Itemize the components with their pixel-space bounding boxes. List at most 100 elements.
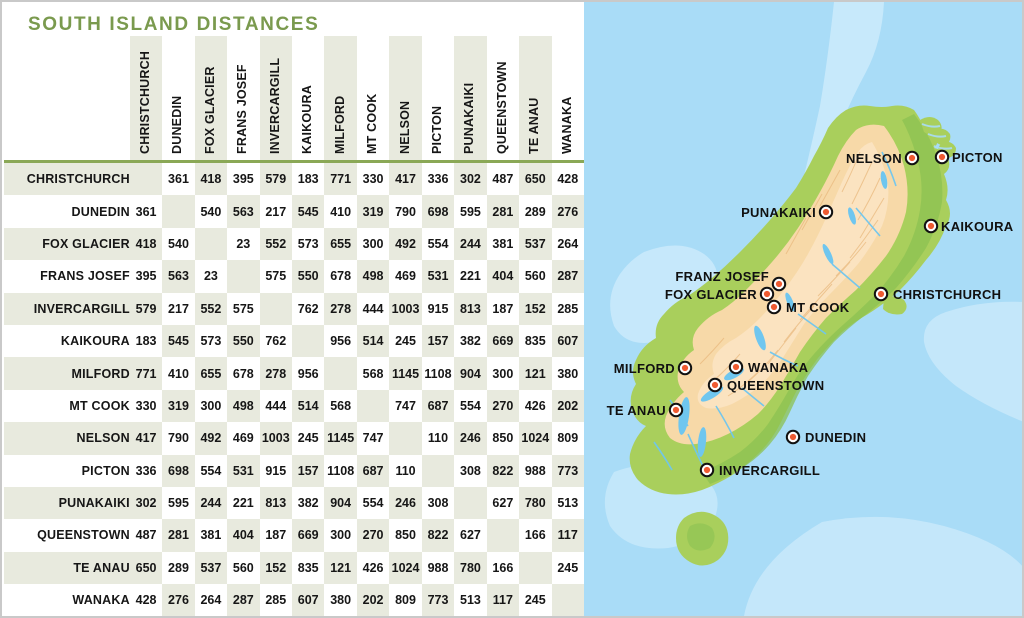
city-marker-christchurch[interactable]: CHRISTCHURCH	[873, 286, 1002, 302]
column-header-wanaka[interactable]: WANAKA	[551, 36, 584, 160]
column-header-christchurch[interactable]: CHRISTCHURCH	[129, 36, 163, 160]
distance-cell-diagonal	[292, 324, 325, 358]
distance-cell: 285	[259, 584, 292, 616]
column-header-te-anau[interactable]: TE ANAU	[519, 36, 552, 160]
distance-matrix-table: CHRISTCHURCH DUNEDIN FOX GLACIER FRANS JOSE…	[4, 36, 584, 616]
distance-cell: 23	[194, 260, 228, 293]
city-marker-fox-glacier[interactable]: FOX GLACIER	[665, 286, 775, 302]
distance-cell: 915	[421, 292, 455, 325]
row-header-kaikoura[interactable]: KAIKOURA	[4, 324, 130, 358]
row-header-fox-glacier[interactable]: FOX GLACIER	[4, 227, 130, 261]
distance-cell: 381	[194, 519, 228, 552]
distance-cell: 246	[389, 486, 422, 520]
distance-cell: 426	[356, 551, 390, 585]
distance-cell: 780	[454, 551, 487, 585]
distance-cell-diagonal	[551, 584, 584, 616]
row-header-punakaiki[interactable]: PUNAKAIKI	[4, 486, 130, 520]
distance-cell: 850	[486, 422, 520, 455]
distance-cell: 915	[259, 454, 292, 487]
row-header-picton[interactable]: PICTON	[4, 454, 130, 487]
distance-cell-diagonal	[227, 260, 260, 293]
distance-cell: 380	[324, 584, 357, 616]
distance-cell-diagonal	[421, 454, 455, 487]
distance-cell: 319	[356, 195, 390, 228]
distance-cell: 426	[519, 389, 552, 423]
distance-cell: 1108	[421, 357, 455, 390]
distance-cell: 187	[486, 292, 520, 325]
row-header-milford[interactable]: MILFORD	[4, 357, 130, 390]
column-header-punakaiki[interactable]: PUNAKAIKI	[454, 36, 487, 160]
distance-cell: 773	[421, 584, 455, 616]
distance-cell: 281	[486, 195, 520, 228]
distance-cell: 563	[162, 260, 195, 293]
marker-dot-icon	[908, 154, 916, 162]
column-header-label: PICTON	[429, 105, 444, 154]
distance-cell: 264	[551, 227, 584, 261]
distance-cell: 904	[324, 486, 357, 520]
table-body: CHRISTCHURCH 361 418 395 579 183 771 330 417 336 3…	[4, 163, 584, 616]
column-header-kaikoura[interactable]: KAIKOURA	[292, 36, 325, 160]
distance-cell: 308	[421, 486, 455, 520]
distance-cell: 110	[421, 422, 455, 455]
page-title: SOUTH ISLAND DISTANCES	[28, 14, 320, 35]
column-header-milford[interactable]: MILFORD	[324, 36, 357, 160]
distance-cell: 678	[324, 260, 357, 293]
distance-cell: 302	[129, 486, 163, 520]
column-header-invercargill[interactable]: INVERCARGILL	[259, 36, 292, 160]
row-header-wanaka[interactable]: WANAKA	[4, 584, 130, 616]
row-header-te-anau[interactable]: TE ANAU	[4, 551, 130, 585]
row-header-dunedin[interactable]: DUNEDIN	[4, 195, 130, 228]
column-header-label: INVERCARGILL	[267, 57, 282, 154]
distance-cell: 336	[129, 454, 163, 487]
distance-cell: 278	[259, 357, 292, 390]
city-marker-picton[interactable]: PICTON	[934, 149, 1003, 165]
distance-cell: 809	[551, 422, 584, 455]
city-label: KAIKOURA	[941, 219, 1014, 234]
city-label: DUNEDIN	[805, 430, 866, 445]
column-header-queenstown[interactable]: QUEENSTOWN	[486, 36, 520, 160]
distance-cell: 492	[194, 422, 228, 455]
column-header-nelson[interactable]: NELSON	[389, 36, 422, 160]
table-row: WANAKA 428 276 264 287 285 607 380 202 809 773 513 1…	[4, 584, 584, 616]
distance-cell: 278	[324, 292, 357, 325]
distance-cell: 655	[324, 227, 357, 261]
row-header-christchurch[interactable]: CHRISTCHURCH	[4, 163, 130, 196]
distance-cell-diagonal	[324, 357, 357, 390]
row-header-mt-cook[interactable]: MT COOK	[4, 389, 130, 423]
distance-cell: 655	[194, 357, 228, 390]
row-header-invercargill[interactable]: INVERCARGILL	[4, 292, 130, 325]
distance-cell: 850	[389, 519, 422, 552]
distance-cell: 289	[519, 195, 552, 228]
distance-cell: 245	[292, 422, 325, 455]
row-header-nelson[interactable]: NELSON	[4, 422, 130, 455]
column-header-frans-josef[interactable]: FRANS JOSEF	[227, 36, 260, 160]
row-header-queenstown[interactable]: QUEENSTOWN	[4, 519, 130, 552]
distance-cell-diagonal	[162, 195, 195, 228]
row-header-frans-josef[interactable]: FRANS JOSEF	[4, 260, 130, 293]
column-header-picton[interactable]: PICTON	[421, 36, 455, 160]
city-marker-invercargill[interactable]: INVERCARGILL	[699, 462, 820, 478]
distance-cell: 835	[292, 551, 325, 585]
distance-cell: 514	[292, 389, 325, 423]
column-header-dunedin[interactable]: DUNEDIN	[162, 36, 195, 160]
distance-cell: 183	[292, 163, 325, 196]
distance-cell: 550	[227, 324, 260, 358]
column-header-fox-glacier[interactable]: FOX GLACIER	[194, 36, 228, 160]
table-head: CHRISTCHURCH DUNEDIN FOX GLACIER FRANS JOSE…	[4, 36, 584, 163]
distance-cell-diagonal	[486, 519, 520, 552]
distance-cell: 330	[129, 389, 163, 423]
distance-cell: 771	[129, 357, 163, 390]
column-header-mt-cook[interactable]: MT COOK	[356, 36, 390, 160]
table-row: TE ANAU 650 289 537 560 152 835 121 426 1024 988 78…	[4, 551, 584, 585]
distance-cell: 698	[421, 195, 455, 228]
distance-cell: 568	[356, 357, 390, 390]
marker-dot-icon	[763, 290, 771, 298]
distance-cell: 336	[421, 163, 455, 196]
city-marker-queenstown[interactable]: QUEENSTOWN	[707, 377, 825, 393]
table-row: MT COOK 330 319 300 498 444 514 568 747 687 554 270…	[4, 389, 584, 423]
distance-cell: 1003	[389, 292, 422, 325]
distance-cell: 418	[194, 163, 228, 196]
table-row: PICTON 336 698 554 531 915 157 1108 687 110 308 822…	[4, 454, 584, 487]
distance-cell: 152	[519, 292, 552, 325]
city-label: INVERCARGILL	[719, 463, 820, 478]
